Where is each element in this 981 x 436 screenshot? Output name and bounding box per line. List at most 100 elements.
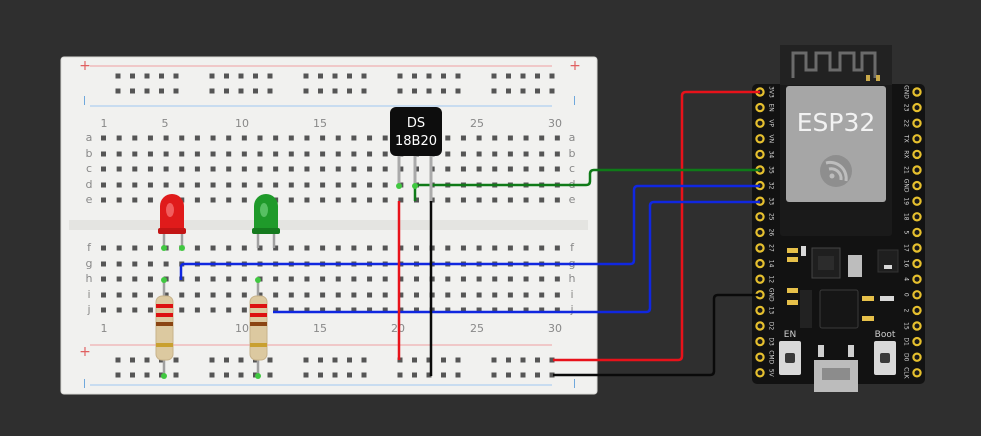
breadboard-hole[interactable] <box>101 135 106 141</box>
breadboard-hole[interactable] <box>304 166 310 172</box>
breadboard-hole[interactable] <box>520 73 526 79</box>
breadboard-hole[interactable] <box>491 372 497 378</box>
breadboard-hole[interactable] <box>320 245 326 251</box>
breadboard-hole[interactable] <box>130 88 135 94</box>
breadboard-hole[interactable] <box>179 307 185 313</box>
breadboard-hole[interactable] <box>144 73 150 79</box>
breadboard-hole[interactable] <box>367 166 373 172</box>
breadboard-hole[interactable] <box>257 135 263 141</box>
breadboard-hole[interactable] <box>257 166 263 172</box>
breadboard-hole[interactable] <box>267 73 273 79</box>
breadboard-hole[interactable] <box>506 88 511 94</box>
breadboard-hole[interactable] <box>535 88 540 94</box>
breadboard-hole[interactable] <box>267 372 273 378</box>
breadboard-hole[interactable] <box>554 292 560 298</box>
breadboard-hole[interactable] <box>194 292 200 298</box>
breadboard-hole[interactable] <box>347 372 352 378</box>
breadboard-hole[interactable] <box>226 292 232 298</box>
breadboard-hole[interactable] <box>226 245 232 251</box>
breadboard-hole[interactable] <box>116 182 122 188</box>
breadboard-hole[interactable] <box>361 372 367 378</box>
breadboard-hole[interactable] <box>367 135 373 141</box>
breadboard-hole[interactable] <box>179 151 185 157</box>
breadboard-hole[interactable] <box>367 276 373 282</box>
breadboard-hole[interactable] <box>491 357 497 363</box>
breadboard-hole[interactable] <box>507 245 513 251</box>
breadboard-hole[interactable] <box>476 197 482 203</box>
breadboard-hole[interactable] <box>210 245 216 251</box>
breadboard-hole[interactable] <box>159 73 164 79</box>
breadboard-hole[interactable] <box>132 276 138 282</box>
breadboard-hole[interactable] <box>116 197 122 203</box>
breadboard-hole[interactable] <box>273 166 279 172</box>
breadboard-hole[interactable] <box>132 261 138 267</box>
breadboard-hole[interactable] <box>441 73 446 79</box>
breadboard-hole[interactable] <box>549 88 555 94</box>
breadboard-hole[interactable] <box>194 166 200 172</box>
breadboard-hole[interactable] <box>335 166 341 172</box>
breadboard-hole[interactable] <box>535 357 540 363</box>
breadboard-hole[interactable] <box>116 151 122 157</box>
esp32-pin-left-d3[interactable] <box>755 336 765 347</box>
breadboard-hole[interactable] <box>304 276 310 282</box>
breadboard-hole[interactable] <box>367 292 373 298</box>
breadboard-hole[interactable] <box>194 307 200 313</box>
breadboard-hole[interactable] <box>116 276 122 282</box>
breadboard-hole[interactable] <box>445 245 451 251</box>
esp32-pin-right-19[interactable] <box>912 196 922 206</box>
breadboard-hole[interactable] <box>460 292 466 298</box>
breadboard-hole[interactable] <box>288 245 294 251</box>
breadboard-hole[interactable] <box>318 73 323 79</box>
breadboard-hole[interactable] <box>147 166 153 172</box>
esp32-pin-right-22[interactable] <box>912 118 922 128</box>
breadboard-hole[interactable] <box>132 292 138 298</box>
breadboard-hole[interactable] <box>539 276 545 282</box>
breadboard-hole[interactable] <box>173 372 179 378</box>
breadboard-hole[interactable] <box>179 292 185 298</box>
breadboard-hole[interactable] <box>351 292 357 298</box>
breadboard-hole[interactable] <box>445 276 451 282</box>
breadboard-hole[interactable] <box>163 166 169 172</box>
breadboard-hole[interactable] <box>335 151 341 157</box>
breadboard-hole[interactable] <box>115 88 121 94</box>
breadboard-hole[interactable] <box>382 135 388 141</box>
breadboard-hole[interactable] <box>335 135 341 141</box>
breadboard-hole[interactable] <box>539 135 545 141</box>
breadboard-hole[interactable] <box>115 73 121 79</box>
breadboard-hole[interactable] <box>441 372 446 378</box>
breadboard-hole[interactable] <box>288 292 294 298</box>
breadboard-hole[interactable] <box>412 88 417 94</box>
breadboard-hole[interactable] <box>492 166 498 172</box>
breadboard-hole[interactable] <box>523 245 529 251</box>
breadboard-hole[interactable] <box>304 245 310 251</box>
esp32-pin-right-tx[interactable] <box>912 134 922 144</box>
breadboard-hole[interactable] <box>257 151 263 157</box>
breadboard-hole[interactable] <box>226 135 232 141</box>
breadboard-hole[interactable] <box>320 182 326 188</box>
breadboard-hole[interactable] <box>507 151 513 157</box>
breadboard-hole[interactable] <box>194 182 200 188</box>
breadboard-hole[interactable] <box>179 135 185 141</box>
breadboard-hole[interactable] <box>382 166 388 172</box>
breadboard-hole[interactable] <box>273 182 279 188</box>
breadboard-hole[interactable] <box>179 182 185 188</box>
breadboard-hole[interactable] <box>304 292 310 298</box>
breadboard-hole[interactable] <box>441 88 446 94</box>
breadboard-hole[interactable] <box>351 166 357 172</box>
breadboard-hole[interactable] <box>257 182 263 188</box>
breadboard-hole[interactable] <box>491 73 497 79</box>
breadboard-hole[interactable] <box>520 88 526 94</box>
breadboard-hole[interactable] <box>397 73 403 79</box>
breadboard-hole[interactable] <box>320 151 326 157</box>
breadboard-hole[interactable] <box>455 88 461 94</box>
esp32-pin-right-0[interactable] <box>912 290 922 300</box>
breadboard-hole[interactable] <box>412 372 417 378</box>
breadboard-hole[interactable] <box>523 166 529 172</box>
breadboard-hole[interactable] <box>455 372 461 378</box>
breadboard-hole[interactable] <box>241 182 247 188</box>
breadboard-hole[interactable] <box>226 276 232 282</box>
esp32-pin-right-2[interactable] <box>912 305 922 316</box>
breadboard-hole[interactable] <box>539 245 545 251</box>
esp32-pin-left-12[interactable] <box>755 274 765 284</box>
esp32-pin-left-26[interactable] <box>755 227 765 238</box>
